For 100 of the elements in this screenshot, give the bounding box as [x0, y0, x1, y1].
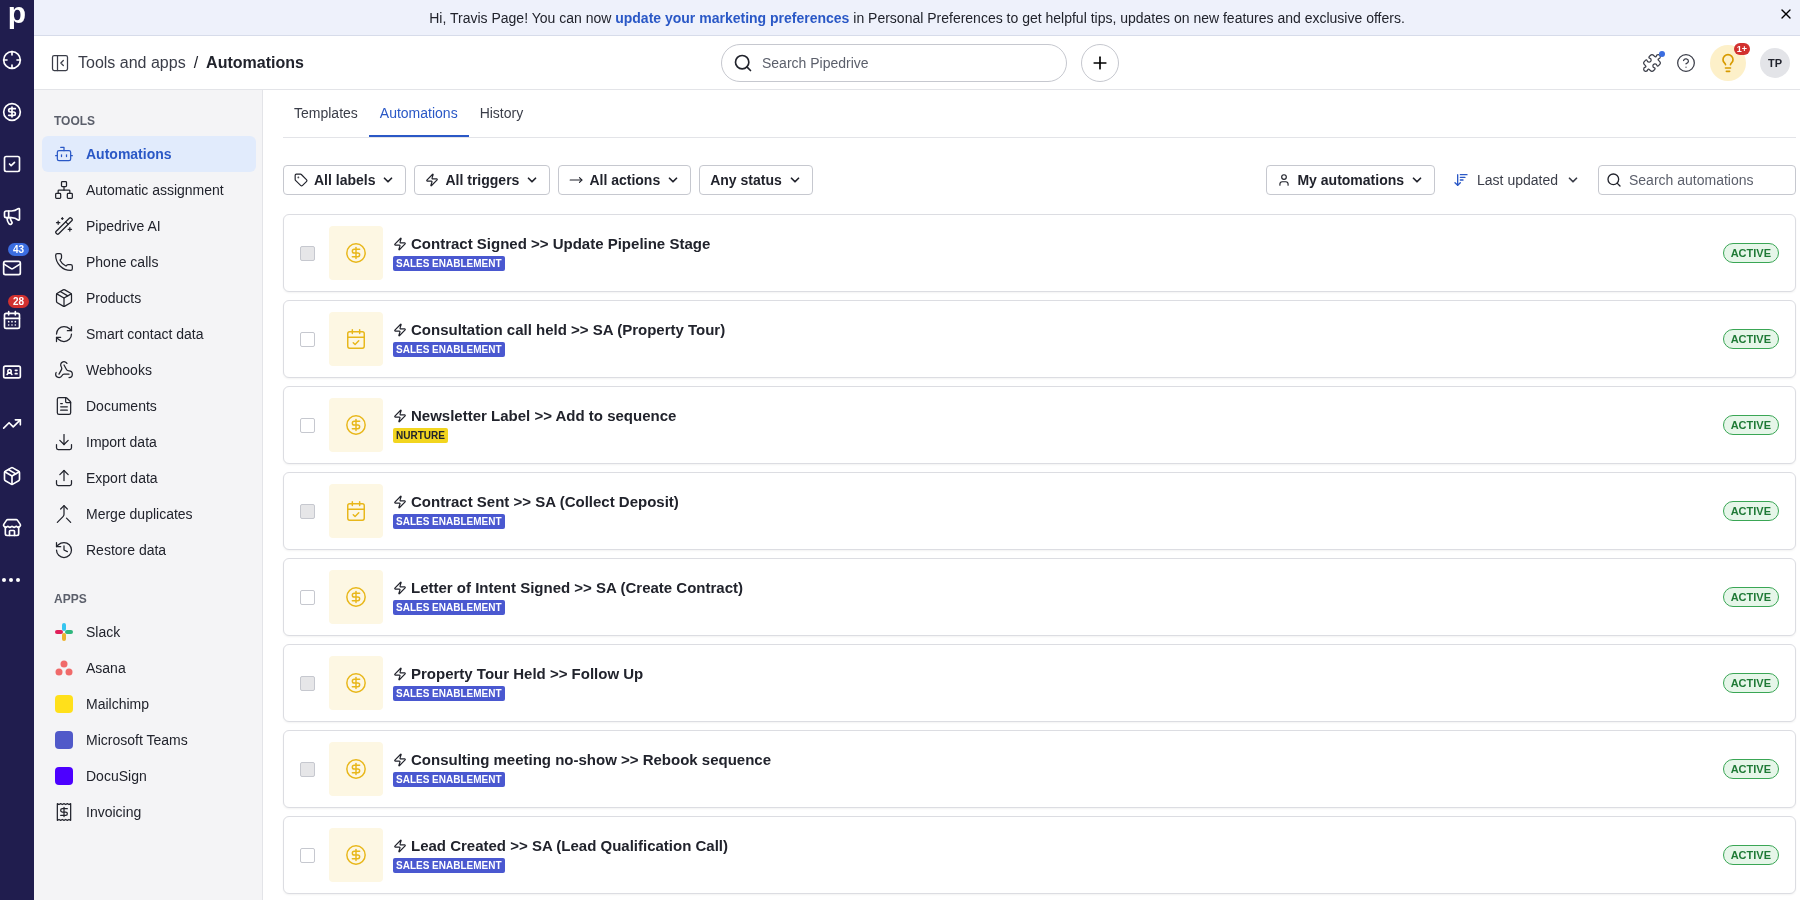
automation-name[interactable]: Lead Created >> SA (Lead Qualification Call): [411, 837, 729, 854]
preferences-link[interactable]: update your marketing preferences: [615, 9, 850, 26]
sidebar-item[interactable]: Slack: [42, 614, 256, 650]
collapse-sidebar-button[interactable]: [50, 52, 70, 73]
assign-icon: [54, 180, 74, 200]
phone-icon: [54, 252, 74, 272]
sidebar-item[interactable]: Pipedrive AI: [42, 208, 256, 244]
sidebar-item[interactable]: Asana: [42, 650, 256, 686]
person-icon: [1277, 173, 1292, 187]
nav-icon: [2, 310, 22, 330]
logo: p: [7, 0, 27, 31]
sidebar-item[interactable]: Restore data: [42, 532, 256, 568]
sidebar-item[interactable]: Merge duplicates: [42, 496, 256, 532]
filter-dropdown[interactable]: All triggers: [414, 165, 551, 195]
automation-card[interactable]: Letter of Intent Signed >> SA (Create Contract) SALES ENABLEMENT ACTIVE: [283, 558, 1796, 636]
sidebar-item[interactable]: Automatic assignment: [42, 172, 256, 208]
box-icon: [54, 288, 74, 308]
nav-button[interactable]: 43: [0, 242, 34, 294]
tab[interactable]: Templates: [283, 90, 369, 137]
automation-name[interactable]: Consultation call held >> SA (Property Tour): [411, 321, 726, 338]
sync-icon: [54, 324, 74, 344]
row-checkbox[interactable]: [300, 589, 315, 605]
count-badge: 43: [8, 243, 30, 256]
sidebar-item[interactable]: Products: [42, 280, 256, 316]
sidebar-item[interactable]: Documents: [42, 388, 256, 424]
automation-search-field[interactable]: Search automations: [1598, 165, 1796, 195]
sidebar-item[interactable]: Invoicing: [42, 794, 256, 830]
filter-dropdown[interactable]: All actions: [558, 165, 692, 195]
label-tag: SALES ENABLEMENT: [393, 256, 505, 271]
lightning-icon: [393, 580, 407, 595]
sidebar-item[interactable]: Phone calls: [42, 244, 256, 280]
row-checkbox[interactable]: [300, 331, 315, 347]
breadcrumb-link[interactable]: Tools and apps: [78, 53, 186, 72]
status-badge: ACTIVE: [1722, 501, 1779, 521]
sidebar-item[interactable]: Import data: [42, 424, 256, 460]
sidebar-item[interactable]: Export data: [42, 460, 256, 496]
row-checkbox[interactable]: [300, 417, 315, 433]
tag-icon: [294, 173, 308, 187]
row-checkbox[interactable]: [300, 847, 315, 863]
dollar-coin-icon: [345, 586, 367, 608]
merge-icon: [54, 504, 74, 524]
upload-icon: [54, 468, 74, 488]
sidebar-item[interactable]: Smart contact data: [42, 316, 256, 352]
count-badge: 28: [8, 295, 30, 308]
tab[interactable]: Automations: [368, 90, 469, 137]
menu-icon: [50, 52, 70, 73]
label-tag: SALES ENABLEMENT: [393, 600, 505, 615]
status-badge: ACTIVE: [1722, 759, 1779, 779]
dollar-coin-icon: [345, 242, 367, 264]
lightning-icon: [425, 173, 440, 187]
sort-dropdown[interactable]: Last updated: [1443, 165, 1590, 195]
calendar-icon: [345, 328, 367, 350]
automation-name[interactable]: Letter of Intent Signed >> SA (Create Contract): [411, 579, 743, 596]
label-tag: NURTURE: [393, 428, 448, 443]
nav-icon: [2, 518, 22, 538]
nav-icon: [2, 154, 22, 174]
puzzle-icon: [1642, 52, 1662, 73]
status-badge: ACTIVE: [1722, 415, 1779, 435]
filter-dropdown[interactable]: Any status: [699, 165, 813, 195]
automation-name[interactable]: Newsletter Label >> Add to sequence: [411, 407, 677, 424]
filter-dropdown[interactable]: All labels: [283, 165, 407, 195]
robot-icon: [54, 144, 74, 164]
app-logo-icon: [54, 622, 74, 642]
breadcrumb-separator: /: [193, 53, 199, 72]
more-icon: [2, 578, 20, 582]
page-title: Automations: [206, 53, 304, 72]
help-icon: [1676, 52, 1696, 73]
automation-card[interactable]: Consultation call held >> SA (Property Tour) SALES ENABLEMENT ACTIVE: [283, 300, 1796, 378]
history-icon: [54, 540, 74, 560]
help-button[interactable]: [1676, 52, 1696, 73]
search-icon: [1606, 172, 1622, 188]
notification-badge: 1+: [1733, 42, 1750, 55]
automation-card[interactable]: Newsletter Label >> Add to sequence NURTURE ACTIVE: [283, 386, 1796, 464]
sidebar-item[interactable]: Webhooks: [42, 352, 256, 388]
sidebar-item[interactable]: Mailchimp: [42, 686, 256, 722]
add-button[interactable]: [1081, 43, 1119, 82]
nav-icon: [2, 258, 22, 278]
status-badge: ACTIVE: [1722, 329, 1779, 349]
label-tag: SALES ENABLEMENT: [393, 858, 505, 873]
user-avatar[interactable]: TP: [1760, 47, 1790, 78]
status-badge: ACTIVE: [1722, 243, 1779, 263]
sidebar-item[interactable]: DocuSign: [42, 758, 256, 794]
wand-icon: [54, 216, 74, 236]
tab[interactable]: History: [468, 90, 535, 137]
nav-button[interactable]: 28: [0, 294, 34, 346]
label-tag: SALES ENABLEMENT: [393, 342, 505, 357]
sidebar-item[interactable]: Automations: [42, 136, 256, 172]
webhook-icon: [54, 360, 74, 380]
status-badge: ACTIVE: [1722, 673, 1779, 693]
lightning-icon: [393, 752, 407, 767]
section-heading: APPS: [53, 591, 88, 608]
label-tag: SALES ENABLEMENT: [393, 772, 505, 787]
owner-dropdown[interactable]: My automations: [1266, 165, 1436, 195]
extensions-button[interactable]: [1642, 52, 1662, 73]
app-logo-icon: [54, 730, 74, 750]
global-search-field[interactable]: Search Pipedrive: [721, 43, 1067, 82]
lightning-icon: [393, 494, 407, 509]
lightning-icon: [393, 838, 407, 853]
sidebar-item[interactable]: Microsoft Teams: [42, 722, 256, 758]
automation-card[interactable]: Lead Created >> SA (Lead Qualification Call) SALES ENABLEMENT ACTIVE: [283, 816, 1796, 894]
